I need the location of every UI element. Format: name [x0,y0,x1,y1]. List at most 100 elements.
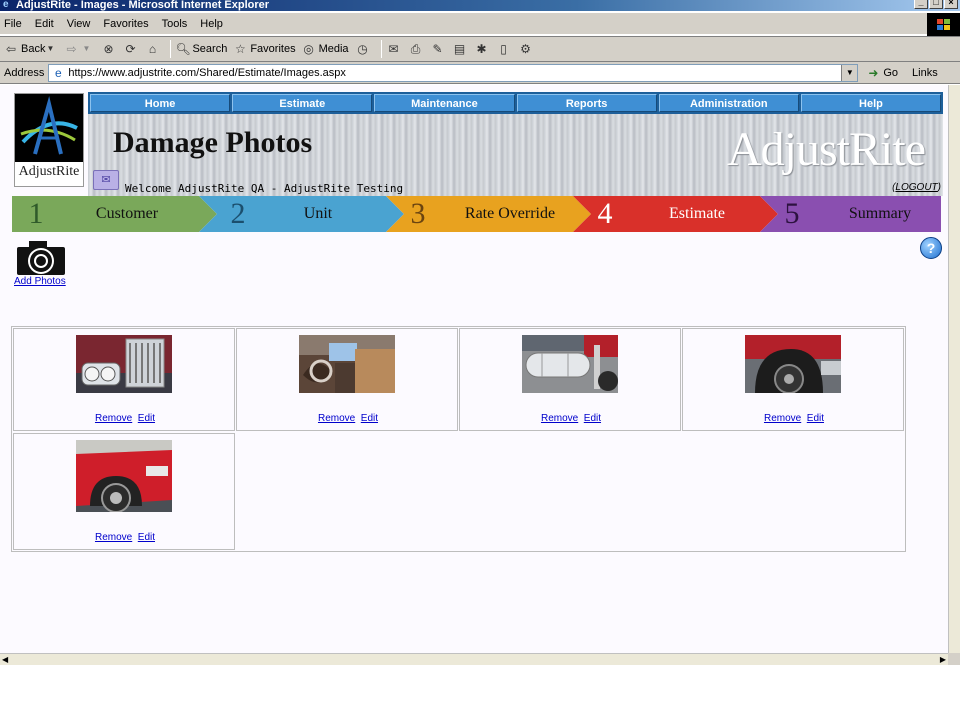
dropdown-arrow-icon: ▼ [82,44,91,53]
adjustrite-logo: AdjustRite [14,93,84,187]
header-banner: Damage Photos AdjustRite ✉ Welcome Adjus… [88,114,943,196]
status-area [0,665,960,720]
menu-tools[interactable]: Tools [162,18,188,30]
refresh-icon[interactable]: ⟳ [122,41,138,57]
remove-link[interactable]: Remove [95,413,132,424]
forward-button[interactable]: ⇨ ▼ [64,42,94,56]
address-bar: Address e https://www.adjustrite.com/Sha… [0,62,960,84]
maximize-button[interactable]: □ [929,0,943,9]
edit-link[interactable]: Edit [807,413,824,424]
add-photos-link[interactable]: Add Photos [14,276,66,287]
remove-link[interactable]: Remove [95,532,132,543]
truck-interior-photo-icon[interactable] [299,335,395,393]
tools-icon[interactable]: ⚙ [518,41,534,57]
nav-administration[interactable]: Administration [658,94,799,112]
step-label: Customer [95,205,159,222]
step-label: Rate Override [464,205,556,222]
horizontal-scrollbar[interactable]: ◀ ▶ [0,653,948,665]
messenger-icon[interactable]: ✱ [474,41,490,57]
nav-help[interactable]: Help [800,94,942,112]
mail-icon[interactable]: ✉ [386,41,402,57]
back-button[interactable]: ⇦ Back ▼ [4,42,58,56]
remove-link[interactable]: Remove [764,413,801,424]
address-input[interactable]: e https://www.adjustrite.com/Shared/Esti… [48,63,859,82]
search-button[interactable]: 🔍︎ Search [175,42,227,56]
minimize-button[interactable]: _ [914,0,928,9]
photo-actions: Remove Edit [14,532,236,543]
step-label: Estimate [669,205,725,222]
nav-maintenance[interactable]: Maintenance [374,94,515,112]
step-unit[interactable]: 2 Unit [199,196,404,232]
camera-icon[interactable] [16,240,66,275]
favorites-button[interactable]: ☆ Favorites [233,42,296,56]
discuss-icon[interactable]: ▤ [452,41,468,57]
remove-link[interactable]: Remove [541,413,578,424]
step-rate-override[interactable]: 3 Rate Override [386,196,591,232]
go-arrow-icon: ➜ [868,65,879,80]
close-button[interactable]: × [944,0,958,9]
print-icon[interactable]: ⎙ [408,41,424,57]
photo-cell: Remove Edit [13,328,235,431]
home-icon[interactable]: ⌂ [144,41,160,57]
photo-actions: Remove Edit [14,413,236,424]
step-label: Unit [303,205,333,222]
address-label: Address [4,66,45,79]
media-label: Media [318,43,349,55]
truck-wheel-photo-icon[interactable] [745,335,841,393]
scroll-right-icon[interactable]: ▶ [940,655,946,664]
stop-icon[interactable]: ⊗ [100,41,116,57]
step-customer[interactable]: 1 Customer [12,196,217,232]
edit-link[interactable]: Edit [138,532,155,543]
favorites-label: Favorites [250,43,296,55]
help-icon[interactable]: ? [920,237,942,259]
step-summary[interactable]: 5 Summary [760,196,941,232]
media-button[interactable]: ◎ Media [302,42,349,56]
scrollbar-corner [948,653,960,665]
logout-label: LOGOUT [895,182,938,193]
logo-mark-icon [15,94,83,162]
menu-file[interactable]: File [4,18,22,30]
truck-grille-photo-icon[interactable] [76,335,172,393]
toolbar: ⇦ Back ▼ ⇨ ▼ ⊗ ⟳ ⌂ 🔍︎ Search ☆ Favorites… [0,36,960,62]
truck-tank-photo-icon[interactable] [522,335,618,393]
logout-link[interactable]: (LOGOUT) [892,182,941,193]
research-icon[interactable]: ▯ [496,41,512,57]
brand-wordmark: AdjustRite [726,123,926,176]
menu-view[interactable]: View [67,18,91,30]
windows-logo-icon [927,13,960,36]
vertical-scrollbar[interactable] [948,85,960,653]
nav-reports[interactable]: Reports [516,94,657,112]
history-icon[interactable]: ◷ [355,41,371,57]
page-title: Damage Photos [113,126,313,159]
dropdown-arrow-icon: ▼ [46,44,55,53]
address-dropdown-icon[interactable]: ▼ [841,64,858,81]
back-label: Back [21,43,46,55]
menu-edit[interactable]: Edit [35,18,54,30]
go-button[interactable]: ➜ Go [866,66,898,80]
window-title: AdjustRite - Images - Microsoft Internet… [16,0,270,11]
folder-icon[interactable]: ✉ [93,170,119,190]
browser-window: e AdjustRite - Images - Microsoft Interne… [0,0,960,720]
menu-help[interactable]: Help [200,18,223,30]
photo-cell: Remove Edit [682,328,904,431]
edit-link[interactable]: Edit [584,413,601,424]
toolbar-separator [170,40,172,58]
truck-fender-photo-icon[interactable] [76,440,172,512]
edit-link[interactable]: Edit [361,413,378,424]
photo-grid: Remove Edit Remove Edit Remove Edit Remo… [11,326,906,552]
scroll-left-icon[interactable]: ◀ [2,655,8,664]
remove-link[interactable]: Remove [318,413,355,424]
search-label: Search [192,43,228,55]
links-button[interactable]: Links [912,67,938,79]
menu-favorites[interactable]: Favorites [103,18,148,30]
logo-text: AdjustRite [18,164,80,179]
forward-arrow-icon: ⇨ [66,42,77,56]
edit-link[interactable]: Edit [138,413,155,424]
search-icon: 🔍︎ [175,42,191,56]
step-estimate[interactable]: 4 Estimate [573,196,778,232]
nav-home[interactable]: Home [90,94,231,112]
photo-actions: Remove Edit [683,413,905,424]
nav-estimate[interactable]: Estimate [232,94,373,112]
page-content: AdjustRite Home Estimate Maintenance Rep… [0,85,948,653]
edit-icon[interactable]: ✎ [430,41,446,57]
